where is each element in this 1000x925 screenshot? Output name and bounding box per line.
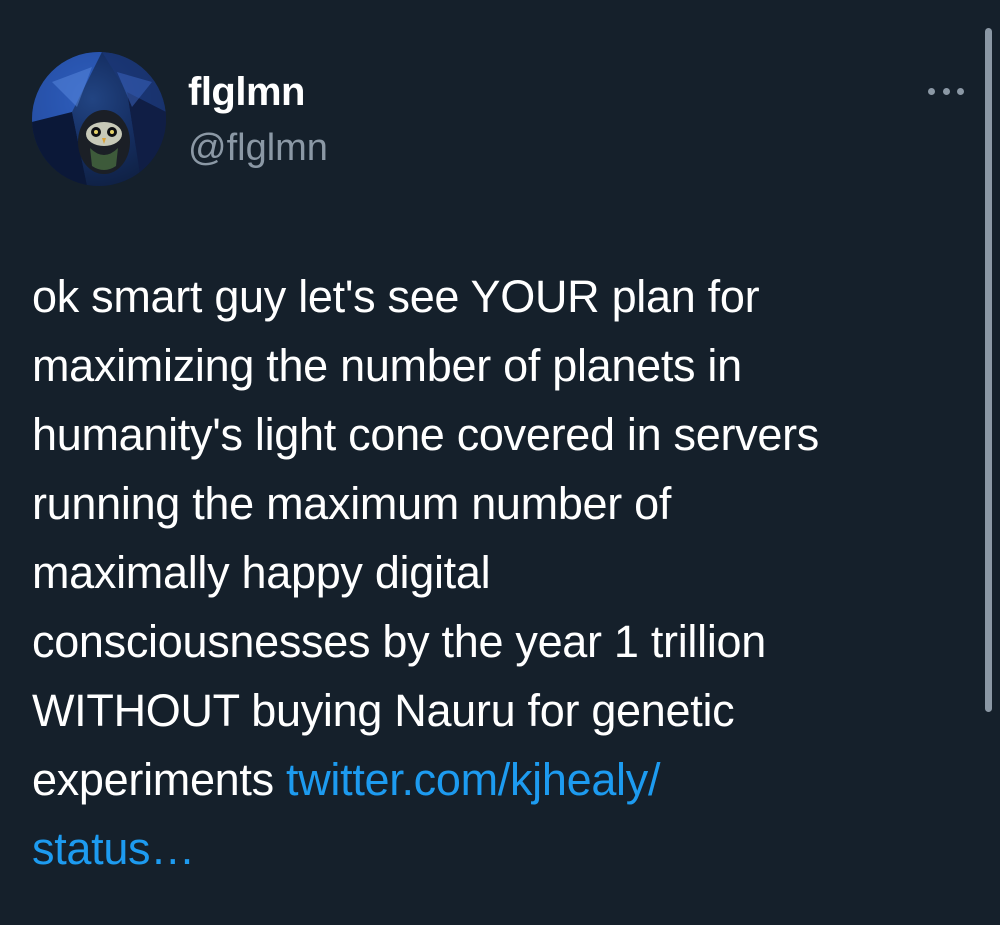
tweet-link-continued[interactable]: status… [32,823,195,874]
tweet-text-line: ok smart guy let's see YOUR plan for [32,271,760,322]
tweet-text-line: maximizing the number of planets in [32,340,742,391]
more-dot [957,87,964,95]
scrollbar[interactable] [985,28,992,712]
tweet-text-line: WITHOUT buying Nauru for genetic [32,685,735,736]
tweet-card: flglmn @flglmn ok smart guy let's see YO… [0,0,1000,925]
owl-avatar-icon[interactable] [32,52,166,186]
more-dots-icon[interactable] [924,80,968,102]
tweet-text-line: running the maximum number of [32,478,672,529]
tweet-text-tail: experiments [32,754,287,805]
more-dot [928,87,935,95]
more-dot [942,87,950,95]
tweet-text: ok smart guy let's see YOUR plan for max… [32,262,972,883]
author-display-name[interactable]: flglmn [188,68,305,116]
tweet-text-line-last: experiments twitter.com/kjhealy/ [32,745,972,814]
tweet-text-line-link: status… [32,814,972,883]
tweet-link[interactable]: twitter.com/kjhealy/ [286,754,660,805]
tweet-text-line: consciousnesses by the year 1 trillion [32,616,766,667]
author-handle[interactable]: @flglmn [188,124,328,172]
tweet-text-line: maximally happy digital [32,547,491,598]
tweet-text-line: humanity's light cone covered in servers [32,409,819,460]
